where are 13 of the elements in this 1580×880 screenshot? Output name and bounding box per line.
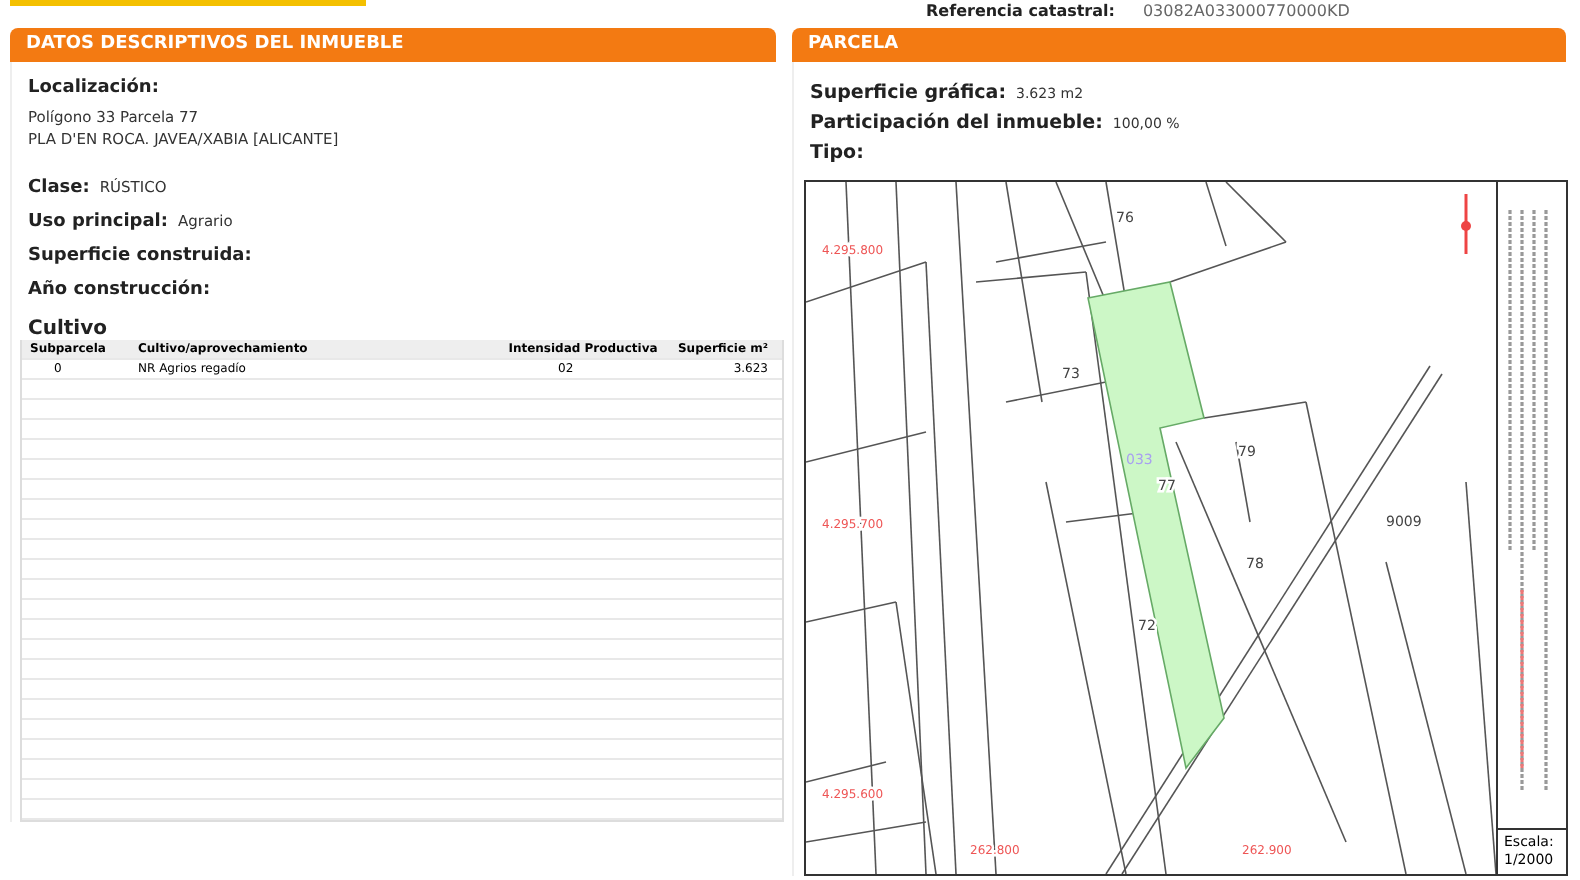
panel-header: DATOS DESCRIPTIVOS DEL INMUEBLE xyxy=(10,28,776,62)
field-label: Superficie construida: xyxy=(28,246,252,266)
field-label: Tipo: xyxy=(810,142,864,164)
section-title: Cultivo xyxy=(28,318,109,340)
field-label: Año construcción: xyxy=(28,280,211,300)
field-label: Superficie gráfica: xyxy=(810,82,1006,104)
field-label: Participación del inmueble: xyxy=(810,112,1103,134)
panel-header: PARCELA xyxy=(792,28,1566,62)
field-label: Clase: xyxy=(28,178,90,198)
field-label: Uso principal: xyxy=(28,212,168,232)
location-label: Localización: xyxy=(28,78,161,98)
reference-value: 03082A033000770000KD xyxy=(1142,2,1350,22)
reference-label: Referencia catastral: xyxy=(926,2,1115,22)
